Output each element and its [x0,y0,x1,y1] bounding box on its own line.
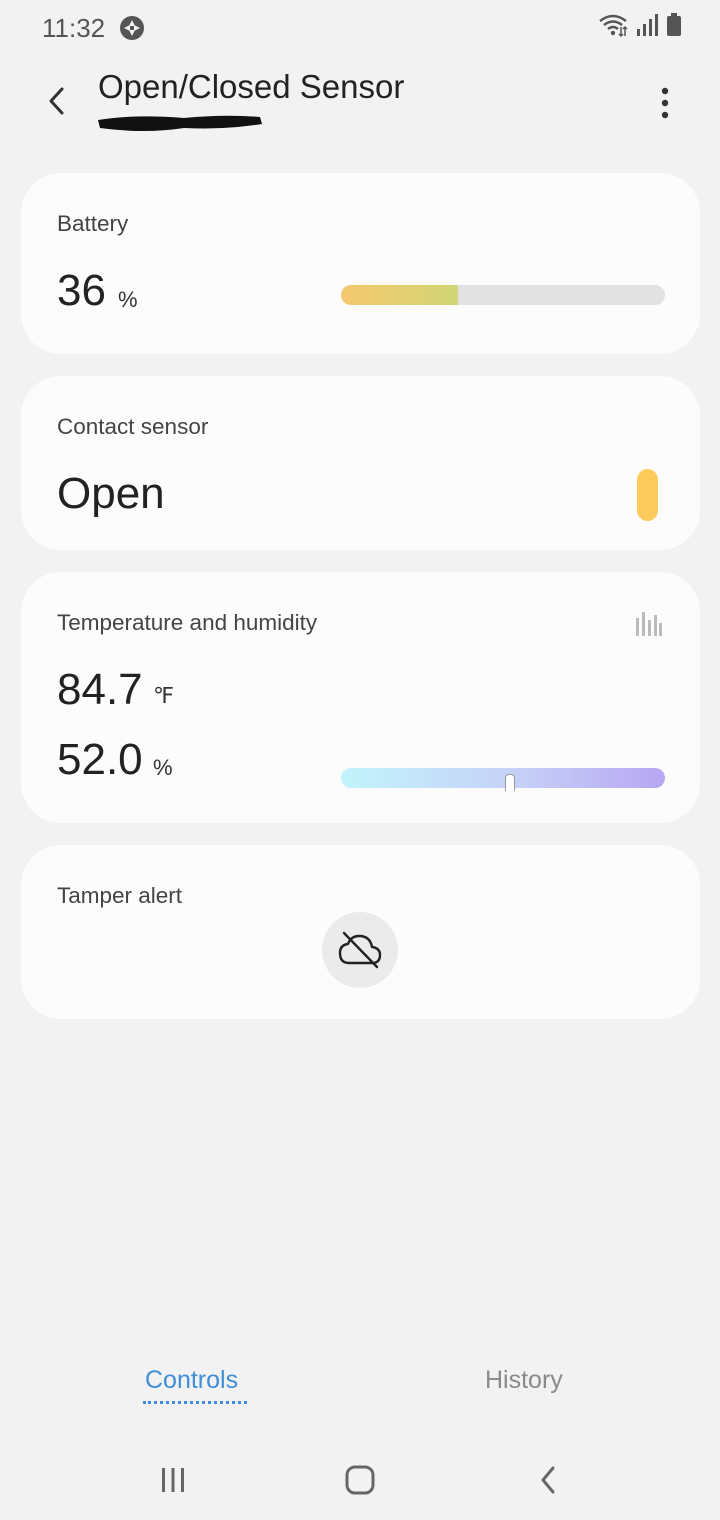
chevron-left-icon [49,87,64,115]
temperature-humidity-label: Temperature and humidity [57,610,318,635]
recent-apps-icon [162,1468,184,1492]
page-title: Open/Closed Sensor [98,68,405,105]
humidity-level-marker [505,774,516,791]
back-button[interactable] [34,78,80,124]
status-icons [598,12,682,42]
home-icon [345,1465,375,1495]
more-vertical-icon [661,87,669,119]
humidity-level-bar [341,768,665,791]
humidity-unit: % [153,755,173,780]
tamper-status-button[interactable] [322,912,398,988]
tab-controls[interactable]: Controls [145,1362,238,1398]
redacted-subtitle [94,112,266,136]
wifi-icon [598,12,628,43]
battery-unit: % [118,287,138,312]
tab-history[interactable]: History [485,1362,563,1398]
temperature-humidity-card[interactable]: Temperature and humidity 84.7 ℉ 52.0 % [21,572,700,823]
battery-level-bar [341,285,665,305]
active-tab-indicator [143,1401,247,1404]
battery-label: Battery [57,211,129,236]
cloud-off-icon [338,931,382,969]
more-options-button[interactable] [644,80,686,126]
recent-apps-button[interactable] [143,1456,203,1504]
battery-card[interactable]: Battery 36 % [21,173,700,354]
temperature-value: 84.7 [57,665,143,714]
contact-status-indicator [637,469,658,521]
app-notification-icon [118,14,146,42]
signal-icon [636,13,658,42]
humidity-value: 52.0 [57,735,143,784]
battery-value: 36 [57,266,106,315]
contact-sensor-label: Contact sensor [57,414,209,439]
temperature-unit: ℉ [153,683,174,708]
tamper-alert-label: Tamper alert [57,883,183,908]
battery-icon [666,12,682,42]
contact-sensor-card[interactable]: Contact sensor Open [21,376,700,550]
nav-back-button[interactable] [518,1456,578,1504]
status-time: 11:32 [42,13,106,43]
bar-chart-icon[interactable] [633,608,663,638]
home-button[interactable] [330,1456,390,1504]
tamper-alert-card[interactable]: Tamper alert [21,845,700,1019]
back-icon [541,1466,555,1494]
battery-level-fill [341,285,458,305]
contact-sensor-value: Open [57,469,165,518]
